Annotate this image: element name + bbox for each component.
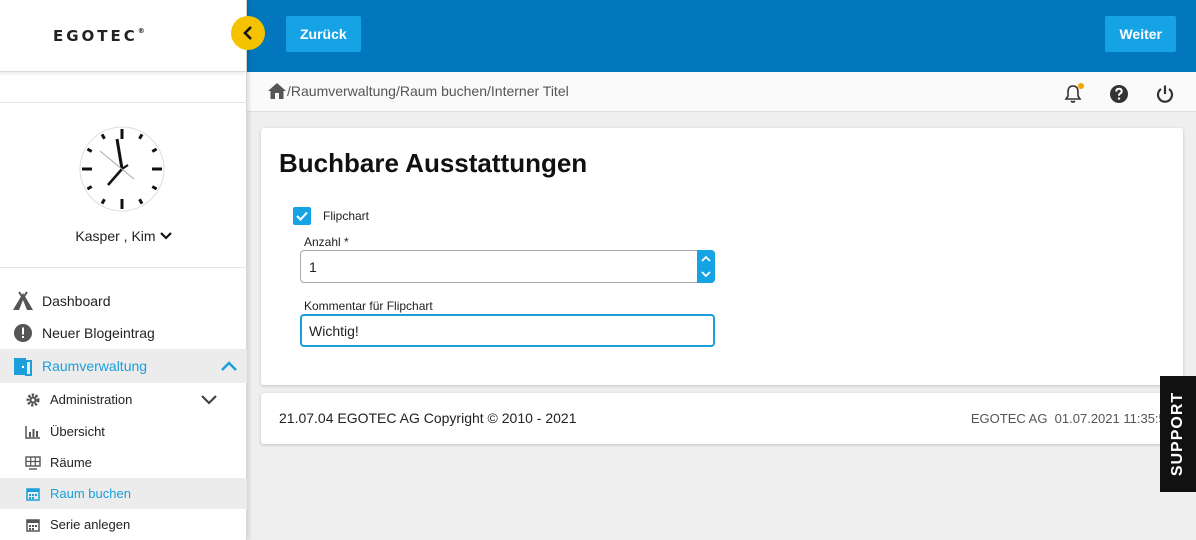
breadcrumb-bar: / Raumverwaltung / Raum buchen / Interne… xyxy=(247,72,1196,112)
logo-text: EGOTEC xyxy=(53,26,138,45)
door-icon xyxy=(12,355,34,377)
logout-button[interactable] xyxy=(1152,81,1178,107)
stepper-down-icon[interactable] xyxy=(701,271,711,278)
logo[interactable]: EGOTEC® xyxy=(53,27,145,45)
grid-icon xyxy=(24,454,42,472)
logo-area: EGOTEC® xyxy=(0,0,246,72)
alert-circle-icon xyxy=(12,322,34,344)
sidebar-subitem-administration[interactable]: Administration xyxy=(0,383,247,416)
flipchart-checkbox[interactable] xyxy=(293,207,311,225)
sidebar-subitem-raum-buchen[interactable]: Raum buchen xyxy=(0,478,247,509)
user-profile: Kasper , Kim xyxy=(0,102,247,268)
sidebar-item-label: Raum buchen xyxy=(50,486,131,501)
sidebar-item-label: Raumverwaltung xyxy=(42,358,148,374)
comment-value: Wichtig! xyxy=(309,322,359,339)
sidebar: EGOTEC® Kasper , Kim Dashboard Neuer Blo… xyxy=(0,0,247,540)
equipment-card: Buchbare Ausstattungen Flipchart Anzahl … xyxy=(261,128,1183,385)
quantity-input[interactable]: 1 xyxy=(300,250,715,283)
sidebar-item-label: Serie anlegen xyxy=(50,517,131,532)
help-button[interactable] xyxy=(1106,81,1132,107)
bar-chart-icon xyxy=(24,423,42,441)
top-bar: Zurück Weiter xyxy=(247,0,1196,72)
sidebar-nav: Dashboard Neuer Blogeintrag Raumverwaltu… xyxy=(0,285,247,540)
quantity-label: Anzahl * xyxy=(304,235,349,249)
comment-label: Kommentar für Flipchart xyxy=(304,299,433,313)
stepper-up-icon[interactable] xyxy=(701,255,711,262)
comment-input[interactable]: Wichtig! xyxy=(300,314,715,347)
breadcrumb-raumverwaltung[interactable]: Raumverwaltung xyxy=(291,83,396,99)
support-tab[interactable]: SUPPORT xyxy=(1160,376,1196,492)
home-icon[interactable] xyxy=(267,82,287,100)
breadcrumb-current: Interner Titel xyxy=(490,83,569,99)
header-tools xyxy=(1060,81,1178,107)
chevron-up-icon[interactable] xyxy=(221,361,237,371)
chevron-down-icon[interactable] xyxy=(201,394,217,405)
sidebar-item-neuer-blogeintrag[interactable]: Neuer Blogeintrag xyxy=(0,317,247,349)
notification-dot xyxy=(1078,83,1084,89)
footer: 21.07.04 EGOTEC AG Copyright © 2010 - 20… xyxy=(261,393,1183,444)
sidebar-item-raumverwaltung[interactable]: Raumverwaltung xyxy=(0,349,247,383)
gear-icon xyxy=(24,391,42,409)
back-button[interactable]: Zurück xyxy=(286,16,361,52)
sidebar-item-label: Räume xyxy=(50,455,92,470)
footer-server-time: EGOTEC AG 01.07.2021 11:35:55 xyxy=(970,411,1173,426)
sidebar-item-label: Übersicht xyxy=(50,424,105,439)
breadcrumb-raum-buchen[interactable]: Raum buchen xyxy=(400,83,487,99)
support-label: SUPPORT xyxy=(1169,391,1186,477)
sidebar-collapse-button[interactable] xyxy=(231,16,265,50)
user-menu[interactable]: Kasper , Kim xyxy=(0,228,247,244)
tent-icon xyxy=(12,290,34,312)
user-name: Kasper , Kim xyxy=(75,228,156,244)
sidebar-item-label: Dashboard xyxy=(42,293,111,309)
flipchart-label: Flipchart xyxy=(323,209,370,223)
chevron-left-icon xyxy=(243,26,252,40)
calendar-icon xyxy=(24,485,42,503)
sidebar-item-label: Neuer Blogeintrag xyxy=(42,325,155,341)
footer-copyright: 21.07.04 EGOTEC AG Copyright © 2010 - 20… xyxy=(279,410,577,426)
checkmark-icon xyxy=(296,211,308,221)
chevron-down-icon xyxy=(159,232,172,240)
notifications-button[interactable] xyxy=(1060,81,1086,107)
sidebar-item-label: Administration xyxy=(50,392,133,407)
sidebar-subitem-serie-anlegen[interactable]: Serie anlegen xyxy=(0,509,247,540)
quantity-stepper[interactable] xyxy=(697,250,715,283)
flipchart-option: Flipchart xyxy=(293,207,369,225)
quantity-value: 1 xyxy=(309,258,317,275)
sidebar-subitem-uebersicht[interactable]: Übersicht xyxy=(0,416,247,447)
power-icon xyxy=(1156,85,1174,103)
breadcrumb: / Raumverwaltung / Raum buchen / Interne… xyxy=(267,82,569,100)
help-icon xyxy=(1110,85,1128,103)
sidebar-subitem-raeume[interactable]: Räume xyxy=(0,447,247,478)
clock-icon xyxy=(79,126,165,212)
calendar-icon xyxy=(24,516,42,534)
next-button[interactable]: Weiter xyxy=(1105,16,1176,52)
logo-mark: ® xyxy=(137,26,145,35)
sidebar-item-dashboard[interactable]: Dashboard xyxy=(0,285,247,317)
page-title: Buchbare Ausstattungen xyxy=(279,148,588,178)
